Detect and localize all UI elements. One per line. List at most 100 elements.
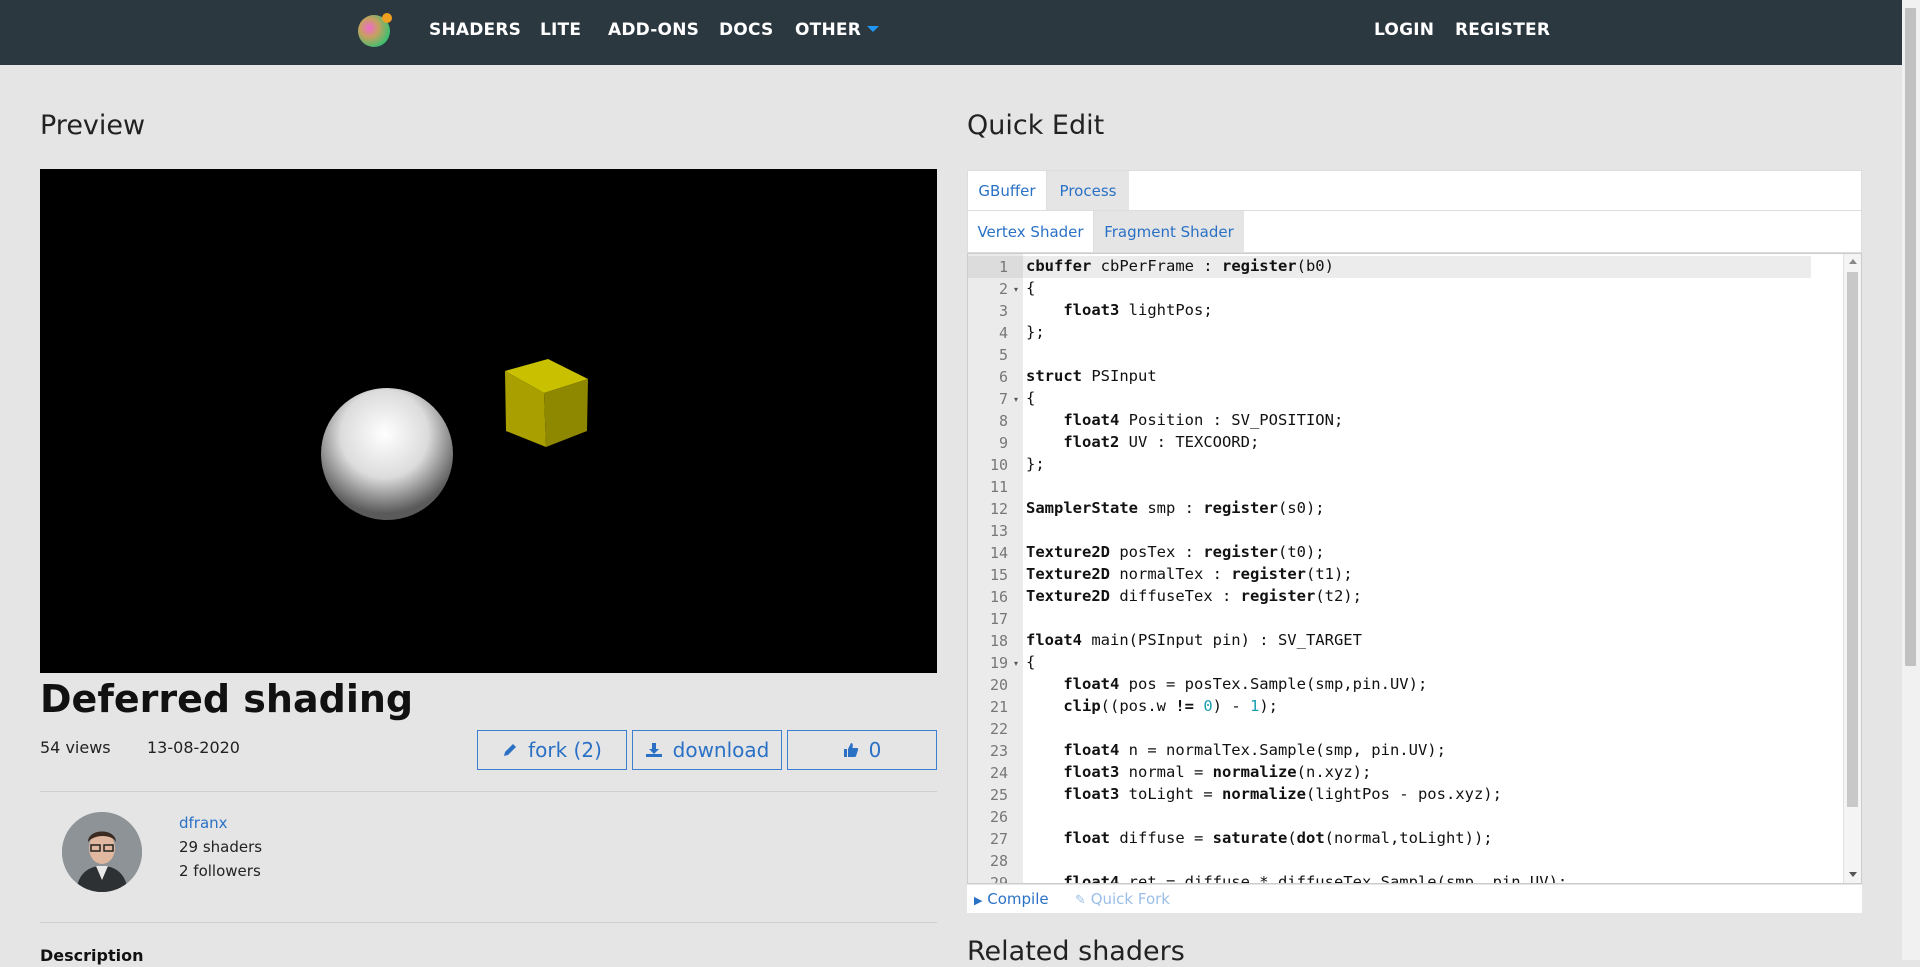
editor-scroll-thumb[interactable] bbox=[1847, 272, 1858, 807]
line-number: 17 bbox=[989, 610, 1008, 628]
editor-scrollbar[interactable] bbox=[1843, 254, 1861, 883]
line-number: 25 bbox=[989, 786, 1008, 804]
line-number-gutter: 1 2 ▾ 3 4 5 6 7 ▾ 8 9 10 11 12 13 14 15 16 17 18 19 ▾ 20 21 22 23… bbox=[968, 254, 1023, 883]
line-number: 10 bbox=[989, 456, 1008, 474]
code-line[interactable]: struct PSInput bbox=[1026, 367, 1157, 385]
code-line[interactable]: float4 n = normalTex.Sample(smp, pin.UV)… bbox=[1026, 741, 1446, 759]
line-number: 2 bbox=[998, 280, 1008, 298]
shader-title: Deferred shading bbox=[40, 677, 414, 721]
views-count: 54 views bbox=[40, 738, 111, 757]
code-line[interactable]: Texture2D posTex : register(t0); bbox=[1026, 543, 1325, 561]
code-line[interactable]: { bbox=[1026, 653, 1035, 671]
nav-docs[interactable]: DOCS bbox=[719, 20, 773, 40]
quick-edit-heading: Quick Edit bbox=[967, 110, 1105, 141]
code-line[interactable]: float diffuse = saturate(dot(normal,toLi… bbox=[1026, 829, 1492, 847]
tab-fragment-shader[interactable]: Fragment Shader bbox=[1094, 211, 1244, 252]
logo-icon[interactable] bbox=[357, 12, 395, 48]
fork-label: fork (2) bbox=[528, 738, 602, 762]
compile-label: Compile bbox=[987, 890, 1049, 908]
thumbs-up-icon bbox=[843, 743, 858, 757]
line-number: 1 bbox=[998, 258, 1008, 276]
code-editor[interactable]: 1 2 ▾ 3 4 5 6 7 ▾ 8 9 10 11 12 13 14 15 16 17 18 19 ▾ 20 21 22 23… bbox=[967, 253, 1862, 884]
line-number: 18 bbox=[989, 632, 1008, 650]
line-number: 21 bbox=[989, 698, 1008, 716]
tab-process[interactable]: Process bbox=[1047, 171, 1129, 210]
pass-tabs: GBuffer Process bbox=[967, 170, 1862, 211]
tab-vertex-shader[interactable]: Vertex Shader bbox=[968, 211, 1094, 252]
line-number: 4 bbox=[998, 324, 1008, 342]
scroll-down-arrow-icon[interactable] bbox=[1849, 872, 1857, 877]
code-line[interactable]: float3 toLight = normalize(lightPos - po… bbox=[1026, 785, 1502, 803]
scroll-up-arrow-icon[interactable] bbox=[1849, 259, 1857, 264]
divider bbox=[40, 791, 937, 792]
line-number: 27 bbox=[989, 830, 1008, 848]
code-line[interactable]: }; bbox=[1026, 455, 1045, 473]
nav-other[interactable]: OTHER bbox=[795, 20, 879, 40]
download-label: download bbox=[672, 738, 770, 762]
nav-login[interactable]: LOGIN bbox=[1374, 20, 1434, 40]
author-name-link[interactable]: dfranx bbox=[179, 814, 228, 832]
shader-preview-canvas[interactable] bbox=[40, 169, 937, 673]
code-line[interactable]: cbuffer cbPerFrame : register(b0) bbox=[1026, 257, 1334, 275]
line-number: 28 bbox=[989, 852, 1008, 870]
author-follower-count: 2 followers bbox=[179, 862, 261, 880]
line-number: 11 bbox=[989, 478, 1008, 496]
code-line[interactable]: { bbox=[1026, 279, 1035, 297]
code-line[interactable]: float3 lightPos; bbox=[1026, 301, 1212, 319]
pencil-icon bbox=[504, 744, 517, 756]
fold-toggle-icon[interactable]: ▾ bbox=[1014, 659, 1018, 668]
line-number: 9 bbox=[998, 434, 1008, 452]
code-line[interactable]: Texture2D normalTex : register(t1); bbox=[1026, 565, 1353, 583]
compile-button[interactable]: ▶ Compile bbox=[974, 890, 1049, 908]
download-button[interactable]: download bbox=[632, 730, 782, 770]
preview-heading: Preview bbox=[40, 110, 146, 141]
description-heading: Description bbox=[40, 946, 144, 965]
code-line[interactable]: float4 Position : SV_POSITION; bbox=[1026, 411, 1343, 429]
code-line[interactable]: float3 normal = normalize(n.xyz); bbox=[1026, 763, 1371, 781]
code-line[interactable]: }; bbox=[1026, 323, 1045, 341]
fork-button[interactable]: fork (2) bbox=[477, 730, 627, 770]
line-number: 7 bbox=[998, 390, 1008, 408]
line-number: 20 bbox=[989, 676, 1008, 694]
fold-toggle-icon[interactable]: ▾ bbox=[1014, 395, 1018, 404]
nav-lite[interactable]: LITE bbox=[540, 20, 581, 40]
cube-object bbox=[505, 359, 588, 447]
code-line[interactable]: float4 ret = diffuse * diffuseTex.Sample… bbox=[1026, 873, 1567, 883]
tab-gbuffer[interactable]: GBuffer bbox=[968, 171, 1047, 210]
nav-addons[interactable]: ADD-ONS bbox=[608, 20, 699, 40]
sphere-object bbox=[321, 388, 453, 520]
play-icon: ▶ bbox=[974, 894, 983, 907]
preview-scene bbox=[321, 359, 588, 520]
code-line[interactable]: SamplerState smp : register(s0); bbox=[1026, 499, 1325, 517]
code-line[interactable]: { bbox=[1026, 389, 1035, 407]
code-line[interactable]: float2 UV : TEXCOORD; bbox=[1026, 433, 1259, 451]
line-number: 3 bbox=[998, 302, 1008, 320]
nav-register[interactable]: REGISTER bbox=[1455, 20, 1550, 40]
line-number: 23 bbox=[989, 742, 1008, 760]
author-avatar[interactable] bbox=[62, 812, 142, 892]
like-count: 0 bbox=[868, 738, 882, 762]
line-number: 16 bbox=[989, 588, 1008, 606]
related-shaders-heading: Related shaders bbox=[967, 936, 1185, 967]
code-line[interactable]: Texture2D diffuseTex : register(t2); bbox=[1026, 587, 1362, 605]
line-number: 14 bbox=[989, 544, 1008, 562]
code-line[interactable]: float4 main(PSInput pin) : SV_TARGET bbox=[1026, 631, 1362, 649]
line-number: 24 bbox=[989, 764, 1008, 782]
download-icon bbox=[645, 743, 662, 757]
code-line[interactable]: clip((pos.w != 0) - 1); bbox=[1026, 697, 1278, 715]
quick-fork-label: Quick Fork bbox=[1090, 890, 1170, 908]
page-scrollbar[interactable] bbox=[1902, 0, 1920, 960]
line-number: 26 bbox=[989, 808, 1008, 826]
line-number: 15 bbox=[989, 566, 1008, 584]
shader-stage-tabs: Vertex Shader Fragment Shader bbox=[967, 211, 1862, 253]
editor-footer: ▶ Compile ✎ Quick Fork bbox=[967, 885, 1862, 913]
page-scroll-thumb[interactable] bbox=[1905, 8, 1916, 666]
quick-fork-button[interactable]: ✎ Quick Fork bbox=[1075, 890, 1170, 908]
divider bbox=[40, 922, 937, 923]
nav-shaders[interactable]: SHADERS bbox=[429, 20, 521, 40]
code-line[interactable]: float4 pos = posTex.Sample(smp,pin.UV); bbox=[1026, 675, 1427, 693]
like-button[interactable]: 0 bbox=[787, 730, 937, 770]
line-number: 12 bbox=[989, 500, 1008, 518]
author-shader-count: 29 shaders bbox=[179, 838, 263, 856]
fold-toggle-icon[interactable]: ▾ bbox=[1014, 285, 1018, 294]
